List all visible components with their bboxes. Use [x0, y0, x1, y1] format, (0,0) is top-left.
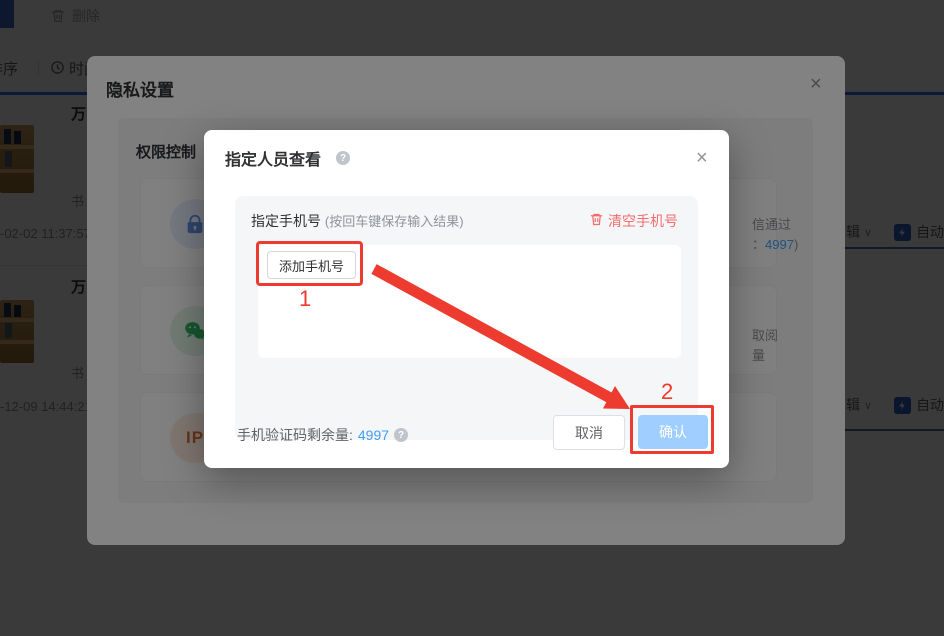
phone-input-area[interactable]: 添加手机号: [258, 245, 681, 358]
clear-phones-button[interactable]: 清空手机号: [589, 211, 678, 231]
confirm-button[interactable]: 确认: [638, 415, 708, 449]
help-icon[interactable]: ?: [336, 151, 350, 165]
field-label: 指定手机号 (按回车键保存输入结果): [251, 211, 464, 231]
quota-value: 4997: [358, 427, 389, 443]
field-hint: (按回车键保存输入结果): [325, 214, 464, 229]
help-icon[interactable]: ?: [394, 428, 408, 442]
quota-info: 手机验证码剩余量: 4997 ?: [237, 425, 408, 445]
dialog-title: 指定人员查看: [225, 146, 321, 170]
assign-viewers-dialog: 指定人员查看 ? × 指定手机号 (按回车键保存输入结果) 清空手机号 添加手机…: [204, 130, 729, 468]
cancel-button[interactable]: 取消: [553, 415, 625, 450]
close-icon[interactable]: ×: [696, 148, 708, 168]
trash-icon: [589, 212, 604, 230]
phone-field-box: 指定手机号 (按回车键保存输入结果) 清空手机号 添加手机号: [235, 196, 698, 440]
add-phone-button[interactable]: 添加手机号: [267, 251, 356, 279]
